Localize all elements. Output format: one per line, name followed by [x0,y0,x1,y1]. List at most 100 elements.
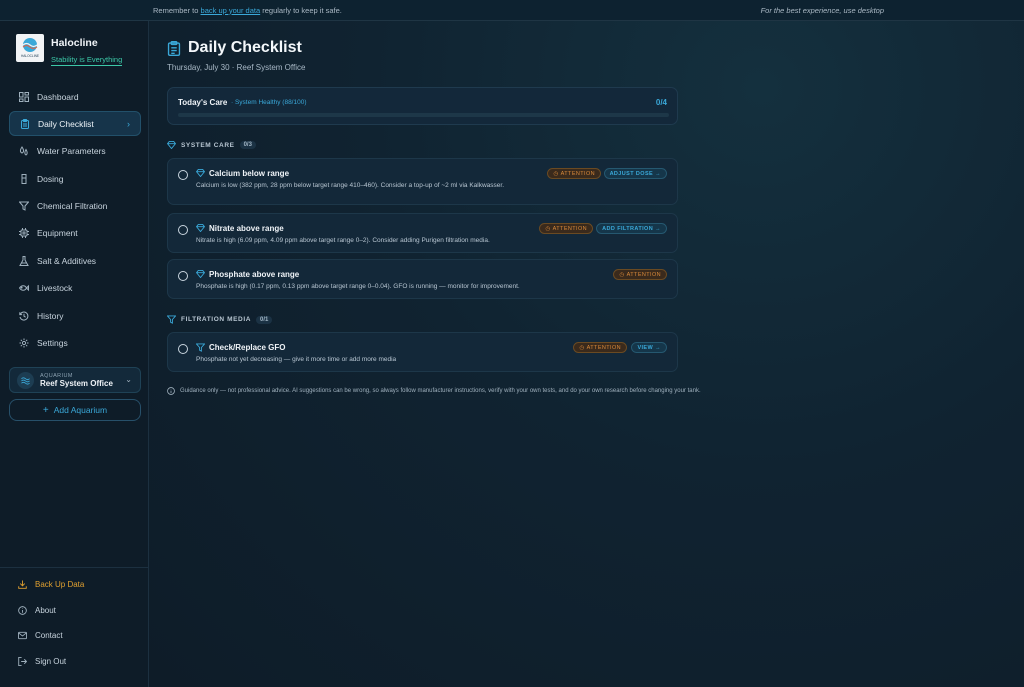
attention-badge: ◷ ATTENTION [573,342,627,353]
wave-logo-icon: HALOCLINE [21,38,39,58]
filter-icon [19,201,29,211]
sidebar-item-water-parameters[interactable]: Water Parameters [9,139,141,164]
sidebar-item-equipment[interactable]: Equipment [9,221,141,246]
sidebar-item-livestock[interactable]: Livestock [9,276,141,301]
clipboard-icon [20,118,30,129]
backup-link[interactable]: back up your data [201,6,261,15]
gem-icon [196,224,205,233]
info-icon [18,605,27,615]
gem-icon [167,141,176,149]
chevron-down-icon: ⌄ [125,375,132,384]
system-health-status: · System Healthy (88/100) [231,99,307,106]
task-description: Calcium is low (382 ppm, 28 ppm below ta… [196,182,505,189]
sidebar-item-dashboard[interactable]: Dashboard [9,84,141,109]
adjust-dose-button[interactable]: ADJUST DOSE → [603,168,667,179]
chevron-right-icon: › [127,118,130,129]
task-checkbox[interactable] [178,225,188,235]
disclaimer-text: Guidance only — not professional advice.… [180,388,701,394]
view-button[interactable]: VIEW → [631,342,667,353]
top-banner: Remember to back up your data regularly … [0,0,1024,21]
add-aquarium-label: Add Aquarium [53,405,108,415]
sign-out-icon [18,656,27,666]
action-label: VIEW [637,344,654,351]
desktop-hint: For the best experience, use desktop [760,5,884,15]
clipboard-icon [167,40,181,56]
clock-icon: ◷ [579,344,585,351]
task-checkbox[interactable] [178,170,188,180]
task-description: Phosphate is high (0.17 ppm, 0.13 ppm ab… [196,283,520,290]
page-subtitle: Thursday, July 30 · Reef System Office [167,63,306,72]
info-icon [167,387,175,395]
fish-icon [19,283,29,293]
footer-item-label: Contact [35,631,63,641]
task-phosphate: Phosphate above range Phosphate is high … [167,259,678,299]
add-filtration-button[interactable]: ADD FILTRATION → [596,223,667,234]
clock-icon: ◷ [619,271,625,278]
back-up-data-link[interactable]: Back Up Data [0,572,149,598]
history-icon [19,311,29,321]
footer-item-label: About [35,605,56,615]
badge-label: ATTENTION [552,225,587,232]
sign-out-link[interactable]: Sign Out [0,649,149,675]
dashboard-icon [19,91,29,102]
clock-icon: ◷ [553,170,559,177]
aquarium-name: Reef System Office [40,378,113,388]
action-label: ADD FILTRATION [602,225,654,232]
sidebar-item-dosing[interactable]: Dosing [9,166,141,191]
attention-badge: ◷ ATTENTION [613,269,667,280]
page-title: Daily Checklist [188,39,302,56]
sidebar-item-salt-additives[interactable]: Salt & Additives [9,248,141,273]
task-title: Calcium below range [209,169,290,178]
sidebar-item-label: Equipment [37,228,78,239]
task-nitrate: Nitrate above range Nitrate is high (6.0… [167,213,678,253]
care-progress-bar [178,113,669,117]
sidebar-item-label: Chemical Filtration [37,201,108,212]
gem-icon [196,169,205,178]
flask-icon [19,255,29,266]
gear-icon [19,338,29,348]
footer-item-label: Sign Out [35,656,67,666]
filter-icon [167,315,176,324]
add-aquarium-button[interactable]: + Add Aquarium [9,399,141,421]
aquarium-selector[interactable]: AQUARIUM Reef System Office ⌄ [9,367,141,393]
filter-icon [196,343,205,352]
wave-icon [17,371,34,389]
sidebar-item-settings[interactable]: Settings [9,331,141,356]
section-system-care: SYSTEM CARE 0/3 [167,141,256,149]
care-title: Today's Care [178,98,228,107]
sidebar: HALOCLINE Halocline Stability is Everyth… [0,21,149,687]
banner-suffix: regularly to keep it safe. [262,5,342,15]
section-filtration-media: FILTRATION MEDIA 0/1 [167,315,273,324]
badge-label: ATTENTION [560,170,595,177]
about-link[interactable]: About [0,598,149,624]
sidebar-footer: Back Up Data About Contact Sign Out [0,567,149,674]
task-checkbox[interactable] [178,271,188,281]
sidebar-item-chemical-filtration[interactable]: Chemical Filtration [9,194,141,219]
task-calcium: Calcium below range Calcium is low (382 … [167,158,678,205]
brand[interactable]: HALOCLINE Halocline Stability is Everyth… [16,34,123,66]
gem-icon [196,270,205,279]
task-checkbox[interactable] [178,344,188,354]
download-icon [18,580,27,589]
arrow-right-icon: → [655,170,661,177]
disclaimer: Guidance only — not professional advice.… [167,387,701,395]
logo-text: HALOCLINE [21,54,39,58]
sidebar-item-label: Salt & Additives [37,255,97,266]
contact-link[interactable]: Contact [0,623,149,649]
action-label: ADJUST DOSE [609,170,654,177]
sidebar-item-label: Livestock [37,283,73,294]
badge-label: ATTENTION [586,344,621,351]
backup-reminder: Remember to back up your data regularly … [153,6,342,15]
sidebar-item-daily-checklist[interactable]: Daily Checklist › [9,111,141,137]
attention-badge: ◷ ATTENTION [539,223,593,234]
task-title: Check/Replace GFO [209,343,286,352]
section-label: SYSTEM CARE [181,141,235,149]
page-header: Daily Checklist [167,39,302,57]
footer-item-label: Back Up Data [35,580,85,590]
care-progress-count: 0/4 [655,98,667,107]
sidebar-item-label: Daily Checklist [38,118,94,129]
task-description: Nitrate is high (6.09 ppm, 4.09 ppm abov… [196,237,490,244]
section-label: FILTRATION MEDIA [181,316,252,323]
sidebar-item-history[interactable]: History [9,303,141,328]
main-content: Daily Checklist Thursday, July 30 · Reef… [149,21,1024,687]
